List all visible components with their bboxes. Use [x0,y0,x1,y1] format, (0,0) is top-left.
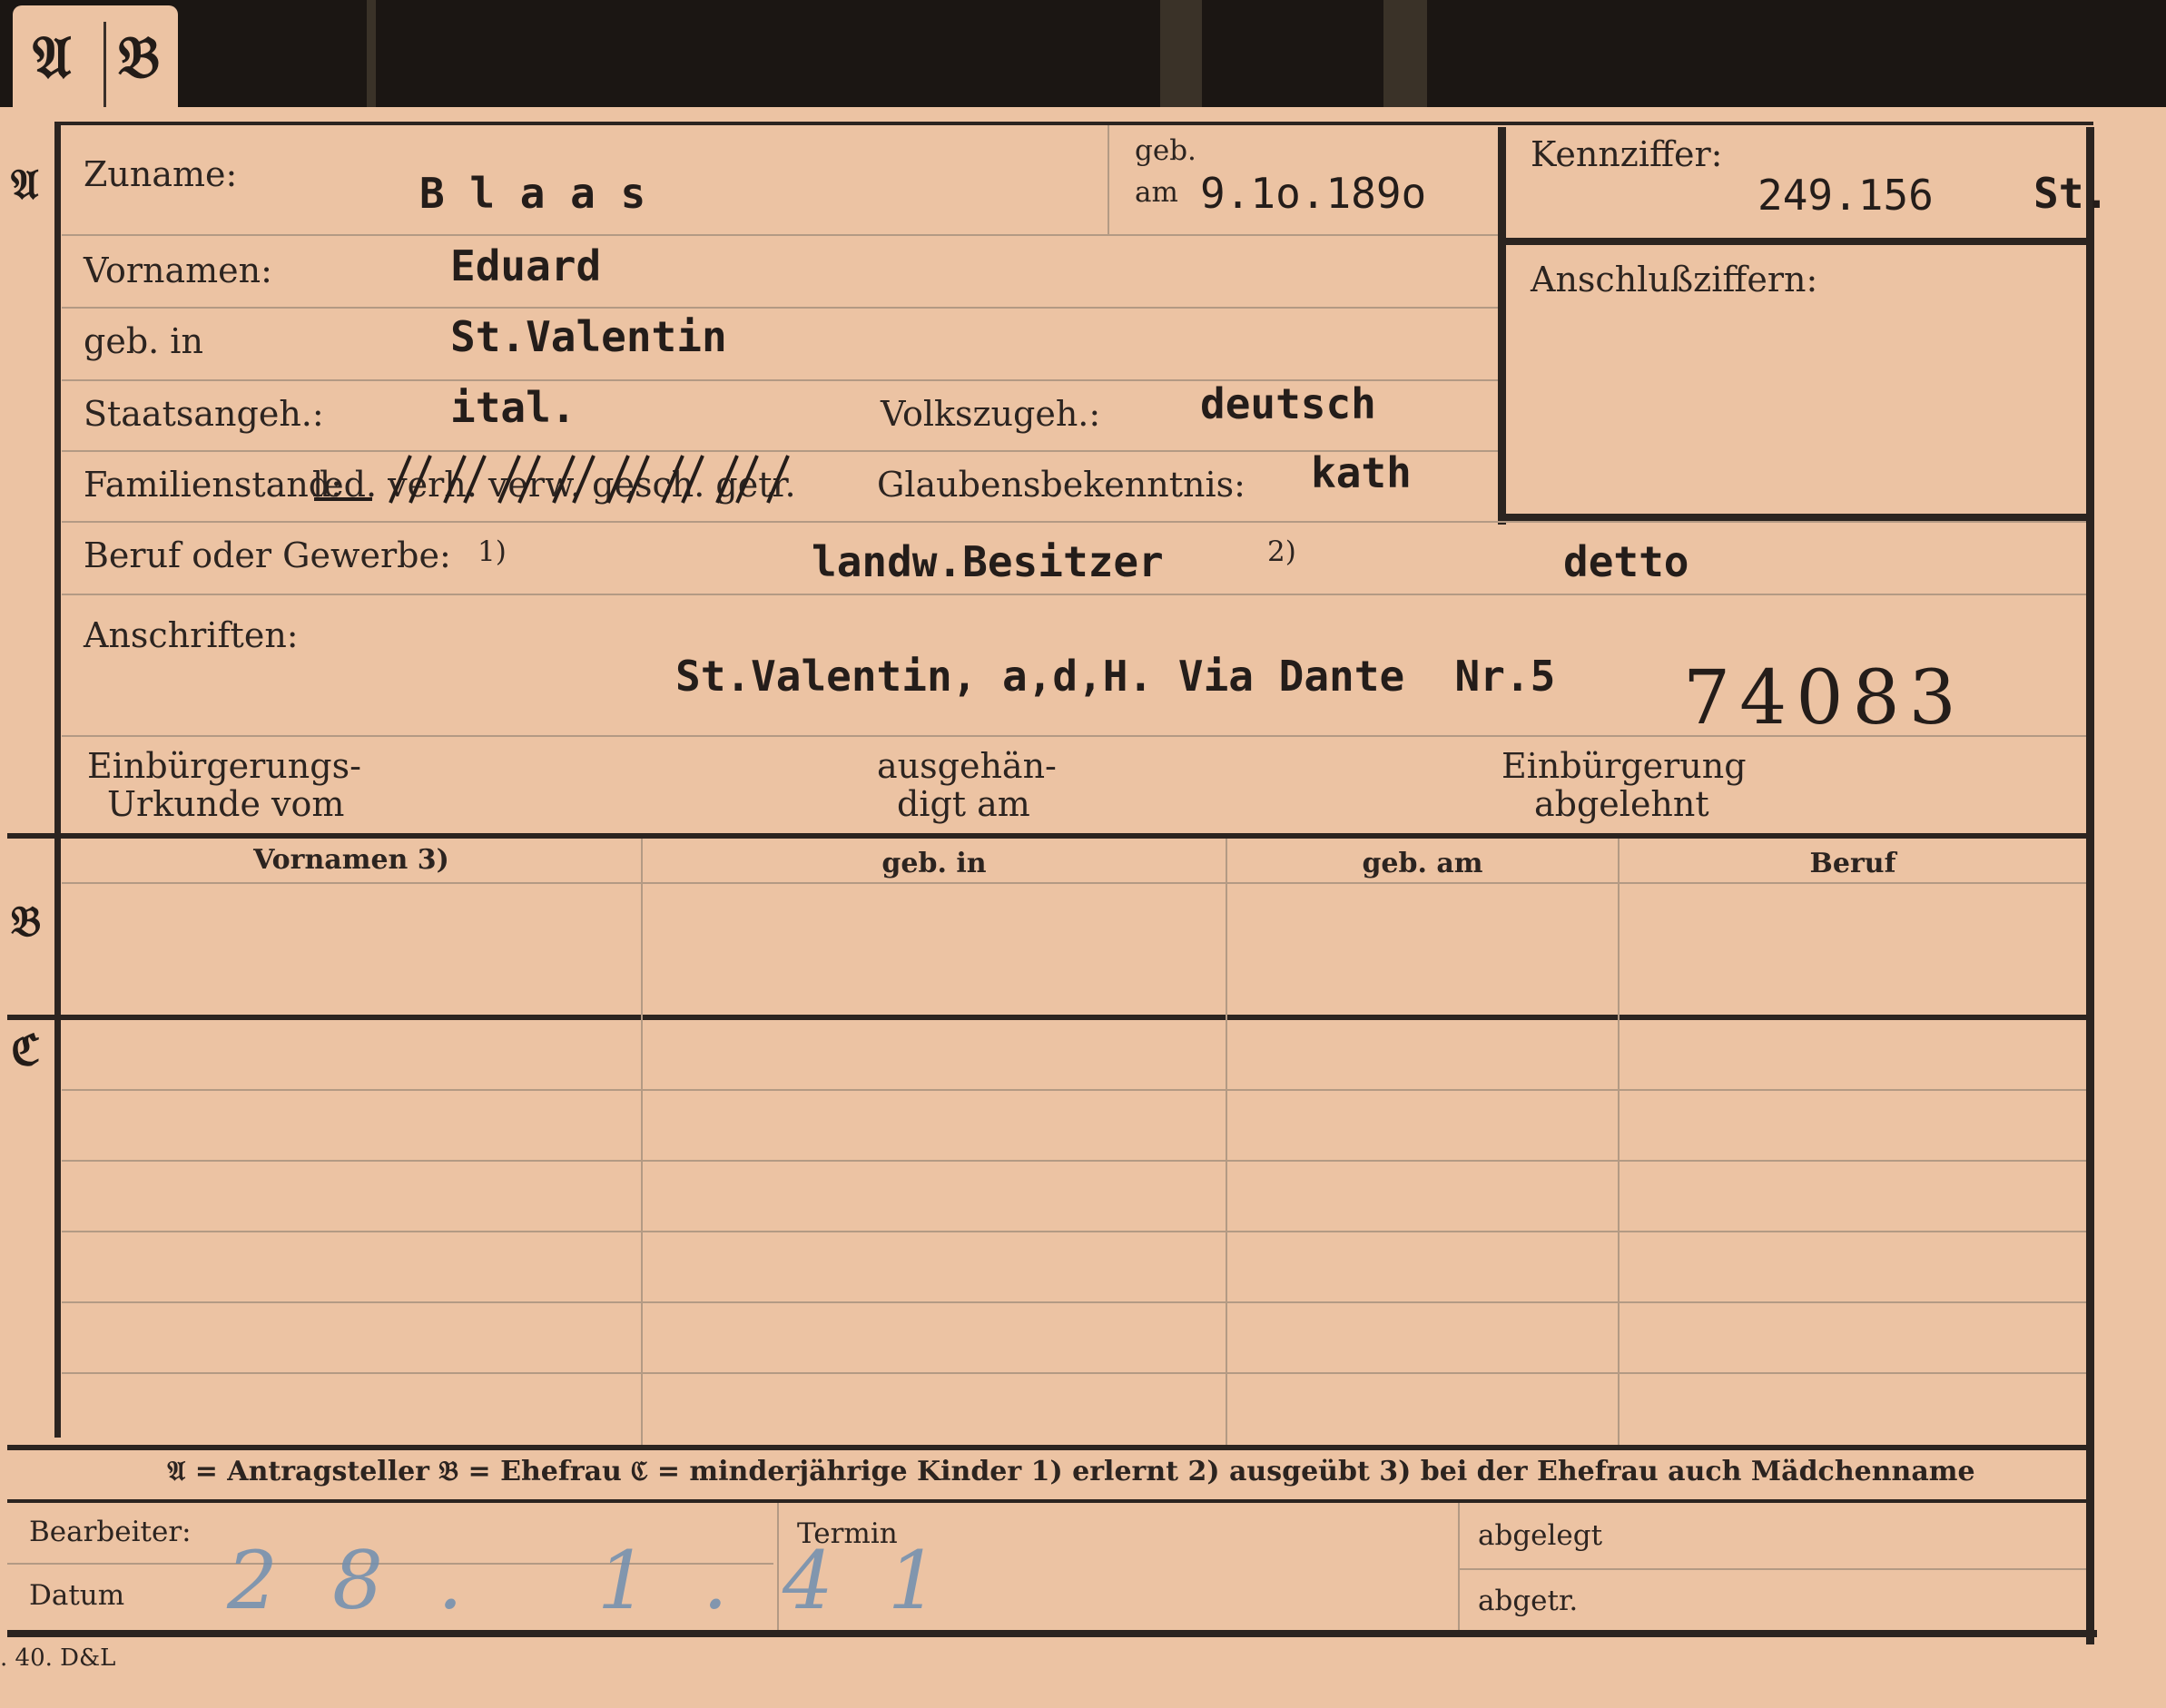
firstnames-value: Eduard [450,241,602,290]
table-col-divider-1 [641,839,643,1445]
rule-row-2 [62,307,1498,309]
tab-letter-a: 𝔄 [33,24,72,92]
table-end-line [7,1445,2092,1450]
citizenship-value: ital. [450,383,576,432]
code-value: 249.156 [1757,171,1934,220]
card-bottom-line [7,1630,2097,1637]
rule-row-5 [62,521,2086,523]
footnote-2-marker: 2) [1267,535,1296,568]
family-status-label: Familienstand: [84,465,342,505]
religion-label: Glaubensbekenntnis: [877,465,1245,505]
children-row-rule-1 [62,1089,2086,1091]
clip-mark-mid-1 [1160,0,1202,107]
stamp-number: 74083 [1683,655,1965,741]
naturalization-refused-label-2: abgelehnt [1534,784,1709,824]
ethnicity-label: Volkszugeh.: [881,394,1101,434]
naturalization-doc-label-1: Einbürgerungs- [87,746,361,786]
table-col-divider-2 [1226,839,1227,1445]
table-header-birthplace: geb. in [881,848,987,879]
born-cell-divider [1108,125,1109,234]
date-label: Datum [29,1579,125,1612]
code-label: Kennziffer: [1531,134,1723,174]
children-row-rule-2 [62,1160,2086,1162]
footnote-1-marker: 1) [478,535,507,568]
clip-mark-mid-2 [1383,0,1427,107]
occupation-learned-value: landw.Besitzer [812,537,1164,586]
left-frame-line [54,123,61,1438]
sent-label: abgetr. [1478,1585,1579,1617]
rule-row-1 [62,234,1498,236]
born-label-geb: geb. [1135,134,1196,167]
address-label: Anschriften: [84,615,299,655]
children-row-rule-5 [62,1372,2086,1374]
citizenship-label: Staatsangeh.: [84,394,324,434]
religion-value: kath [1311,448,1412,497]
firstnames-label: Vornamen: [84,250,272,290]
table-header-firstnames: Vornamen 3) [253,844,449,876]
born-label-am: am [1135,176,1178,209]
index-tab: 𝔄 𝔅 [13,5,178,116]
footer-rule-right [1460,1568,2086,1570]
children-row-rule-3 [62,1231,2086,1232]
surname-label: Zuname: [84,154,238,194]
table-header-occupation: Beruf [1809,848,1896,879]
legend-text: 𝔄 = Antragsteller 𝔅 = Ehefrau ℭ = minder… [167,1456,1975,1487]
right-frame-line [2086,127,2094,1644]
occupation-practiced-value: detto [1563,537,1689,586]
print-mark: . 40. D&L [0,1644,116,1672]
filed-label: abgelegt [1478,1519,1603,1552]
ethnicity-value: deutsch [1200,379,1376,428]
tab-divider [103,22,106,116]
clerk-label: Bearbeiter: [29,1516,192,1548]
table-header-rule [62,882,2086,884]
surname-value: B l a a s [419,169,646,218]
table-header-birthdate: geb. am [1362,848,1483,879]
birthplace-value: St.Valentin [450,312,727,361]
address-value: St.Valentin, a,d,H. Via Dante Nr.5 [675,652,1556,701]
ident-box-mid-line [1505,238,2086,245]
occupation-label: Beruf oder Gewerbe: [84,535,451,575]
naturalization-doc-label-2: Urkunde vom [107,784,345,824]
deadline-label: Termin [797,1517,898,1550]
section-letter-a: 𝔄 [11,160,39,209]
section-b-end-line [7,1015,2092,1020]
footer-divider-2 [1458,1503,1460,1630]
rule-row-6 [62,594,2086,595]
connection-codes-label: Anschlußziffern: [1531,260,1818,299]
children-row-rule-4 [62,1301,2086,1303]
handed-out-label-2: digt am [897,784,1030,824]
section-letter-c: ℭ [11,1026,41,1075]
born-date-value: 9.1o.189o [1200,169,1427,218]
handed-out-label-1: ausgehän- [877,746,1057,786]
section-a-end-line [7,833,2092,839]
legend-end-line [7,1499,2092,1503]
section-letter-b: 𝔅 [11,897,42,946]
ident-box-divider [1498,127,1506,525]
code-suffix: St. [2033,169,2110,218]
naturalization-refused-label-1: Einbürgerung [1501,746,1747,786]
clip-mark-left [367,0,376,107]
table-col-divider-3 [1618,839,1620,1445]
tab-letter-b: 𝔅 [118,24,161,92]
top-frame-line [54,122,2093,125]
birthplace-label: geb. in [84,321,203,361]
family-status-strikeout [314,455,790,504]
